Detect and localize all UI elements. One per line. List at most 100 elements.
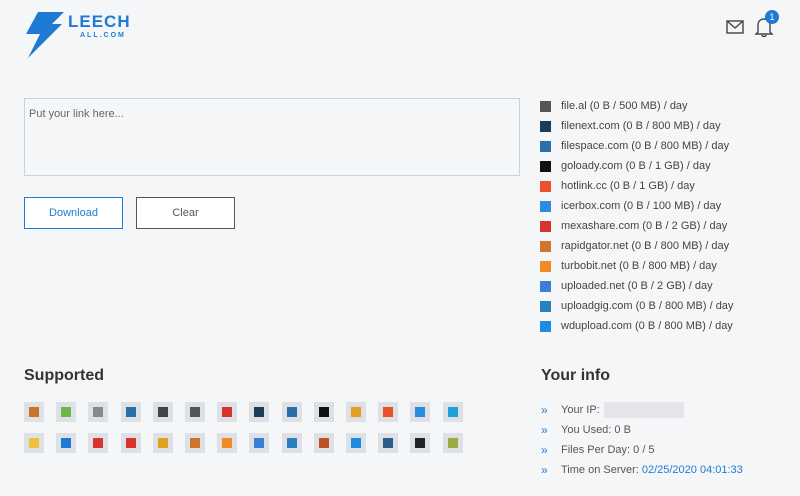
host-row: rapidgator.net (0 B / 800 MB) / day xyxy=(540,236,790,256)
host-logo-icon xyxy=(61,407,72,417)
host-logo-icon xyxy=(125,438,136,448)
supported-host-icon[interactable] xyxy=(410,402,431,422)
host-icon xyxy=(540,200,551,212)
time-row: » Time on Server: 02/25/2020 04:01:33 xyxy=(541,460,791,480)
supported-host-icon[interactable] xyxy=(152,433,173,453)
supported-host-icon[interactable] xyxy=(120,402,141,422)
host-label: uploadgig.com (0 B / 800 MB) / day xyxy=(561,300,734,312)
host-icon xyxy=(540,260,551,272)
used-row: » You Used: 0 B xyxy=(541,420,791,440)
host-label: turbobit.net (0 B / 800 MB) / day xyxy=(561,260,717,272)
supported-host-icon[interactable] xyxy=(185,433,205,453)
host-logo-icon xyxy=(415,438,426,448)
host-logo-icon xyxy=(190,438,200,448)
supported-host-icon[interactable] xyxy=(281,433,302,453)
chevron-right-icon: » xyxy=(541,463,548,477)
host-label: goloady.com (0 B / 1 GB) / day xyxy=(561,160,711,172)
time-label: Time on Server: xyxy=(561,464,639,476)
host-icon xyxy=(540,280,551,292)
host-label: filespace.com (0 B / 800 MB) / day xyxy=(561,140,730,152)
ip-row: » Your IP: xyxy=(541,400,791,420)
host-logo-icon xyxy=(351,407,361,417)
host-logo-icon xyxy=(190,407,200,417)
files-label: Files Per Day: xyxy=(561,444,631,456)
host-row: turbobit.net (0 B / 800 MB) / day xyxy=(540,256,790,276)
used-label: You Used: xyxy=(561,424,612,436)
supported-host-icon[interactable] xyxy=(88,433,109,453)
supported-host-icon[interactable] xyxy=(185,402,205,422)
host-row: wdupload.com (0 B / 800 MB) / day xyxy=(540,316,790,336)
supported-host-icon[interactable] xyxy=(346,402,366,422)
supported-host-icon[interactable] xyxy=(56,402,77,422)
ip-label: Your IP: xyxy=(561,404,600,416)
host-logo-icon xyxy=(286,407,297,417)
lightning-logo-icon xyxy=(26,12,64,58)
chevron-right-icon: » xyxy=(541,423,548,437)
supported-host-icon[interactable] xyxy=(346,433,366,453)
host-icon xyxy=(540,160,551,172)
supported-host-icon[interactable] xyxy=(313,402,334,422)
logo[interactable]: LEECH ALL.COM xyxy=(24,10,134,60)
notification-badge: 1 xyxy=(765,10,779,24)
host-row: hotlink.cc (0 B / 1 GB) / day xyxy=(540,176,790,196)
host-logo-icon xyxy=(157,438,168,448)
supported-host-icon[interactable] xyxy=(217,402,238,422)
host-row: goloady.com (0 B / 1 GB) / day xyxy=(540,156,790,176)
host-icon xyxy=(540,180,551,192)
supported-host-icon[interactable] xyxy=(442,433,463,453)
chevron-right-icon: » xyxy=(541,403,548,417)
supported-host-icon[interactable] xyxy=(378,402,399,422)
header-icons: 1 xyxy=(710,10,780,42)
host-label: file.al (0 B / 500 MB) / day xyxy=(561,100,688,112)
download-button[interactable]: Download xyxy=(24,197,123,229)
supported-host-icon[interactable] xyxy=(24,433,44,453)
mail-icon[interactable] xyxy=(726,20,744,34)
host-icon xyxy=(540,240,551,252)
supported-host-icon[interactable] xyxy=(120,433,141,453)
host-row: uploadgig.com (0 B / 800 MB) / day xyxy=(540,296,790,316)
host-row: mexashare.com (0 B / 2 GB) / day xyxy=(540,216,790,236)
supported-host-icon[interactable] xyxy=(56,433,77,453)
host-logo-icon xyxy=(447,407,458,417)
host-label: filenext.com (0 B / 800 MB) / day xyxy=(561,120,721,132)
host-label: hotlink.cc (0 B / 1 GB) / day xyxy=(561,180,695,192)
host-logo-icon xyxy=(286,438,297,448)
files-value: 0 / 5 xyxy=(633,444,655,456)
supported-host-icon[interactable] xyxy=(378,433,399,453)
host-logo-icon xyxy=(254,407,265,417)
host-logo-icon xyxy=(93,407,104,417)
brand-sub: ALL.COM xyxy=(80,32,126,39)
host-logo-icon xyxy=(318,407,329,417)
supported-host-icon[interactable] xyxy=(442,402,463,422)
supported-host-icon[interactable] xyxy=(24,402,44,422)
host-row: uploaded.net (0 B / 2 GB) / day xyxy=(540,276,790,296)
host-icon xyxy=(540,320,551,332)
used-value: 0 B xyxy=(614,424,631,436)
host-logo-icon xyxy=(222,407,233,417)
host-row: filenext.com (0 B / 800 MB) / day xyxy=(540,116,790,136)
host-logo-icon xyxy=(383,407,394,417)
supported-host-icon[interactable] xyxy=(249,433,270,453)
supported-host-icon[interactable] xyxy=(281,402,302,422)
ip-value-redacted xyxy=(603,402,684,418)
supported-host-icon[interactable] xyxy=(88,402,109,422)
host-row: file.al (0 B / 500 MB) / day xyxy=(540,96,790,116)
supported-host-icon[interactable] xyxy=(313,433,334,453)
clear-button[interactable]: Clear xyxy=(136,197,235,229)
your-info-title: Your info xyxy=(541,367,611,384)
supported-title: Supported xyxy=(24,367,104,384)
supported-host-icon[interactable] xyxy=(217,433,238,453)
time-value: 02/25/2020 04:01:33 xyxy=(641,464,743,476)
supported-host-icon[interactable] xyxy=(410,433,431,453)
your-info-list: » Your IP: » You Used: 0 B » Files Per D… xyxy=(541,400,791,480)
host-limits-list: file.al (0 B / 500 MB) / day filenext.com… xyxy=(540,96,790,336)
host-row: icerbox.com (0 B / 100 MB) / day xyxy=(540,196,790,216)
supported-host-icon[interactable] xyxy=(152,402,173,422)
host-logo-icon xyxy=(447,438,458,448)
host-logo-icon xyxy=(351,438,361,448)
host-icon xyxy=(540,140,551,152)
host-logo-icon xyxy=(415,407,426,417)
host-label: mexashare.com (0 B / 2 GB) / day xyxy=(561,220,728,232)
link-input[interactable] xyxy=(24,98,520,176)
supported-host-icon[interactable] xyxy=(249,402,270,422)
